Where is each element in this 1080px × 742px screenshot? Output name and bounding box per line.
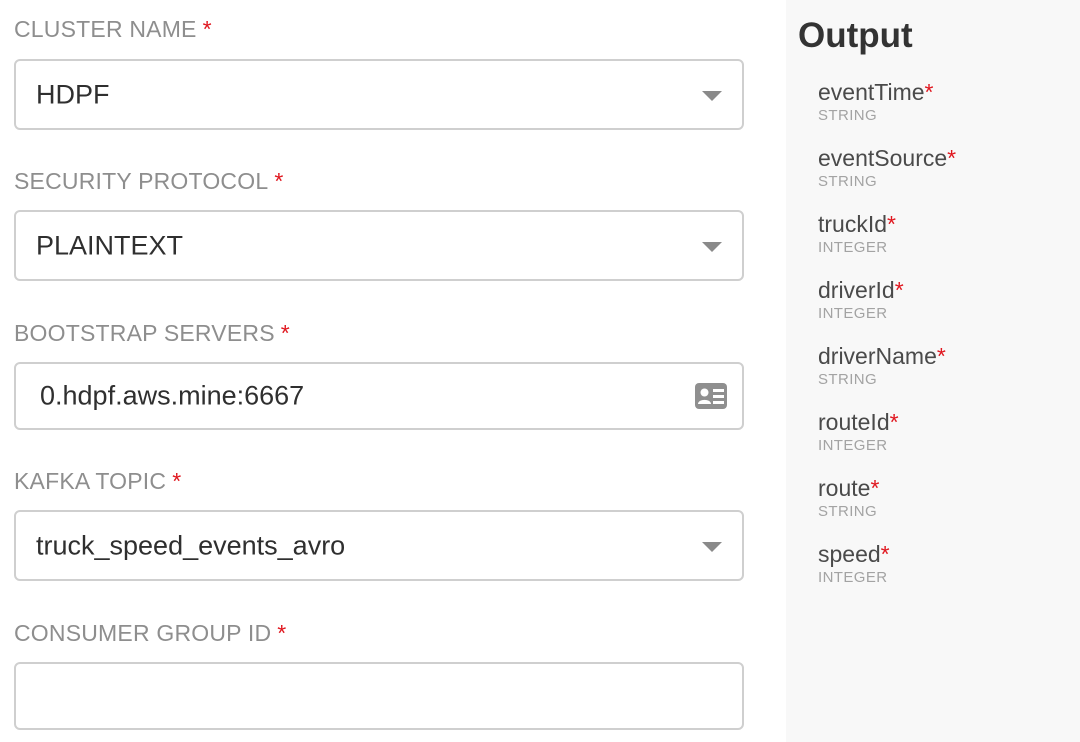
- bootstrap-servers-label-text: BOOTSTRAP SERVERS: [14, 320, 275, 346]
- required-marker: *: [280, 320, 290, 346]
- required-marker: *: [172, 468, 182, 494]
- kafka-topic-label: KAFKA TOPIC *: [14, 468, 181, 495]
- output-field: route* STRING: [818, 475, 879, 521]
- security-protocol-value: PLAINTEXT: [36, 230, 184, 260]
- required-marker: *: [274, 168, 284, 194]
- output-field-name: routeId: [818, 409, 890, 435]
- output-field: driverName* STRING: [818, 343, 946, 389]
- consumer-group-id-input[interactable]: [14, 662, 744, 730]
- required-marker: *: [947, 145, 957, 171]
- output-field-type: STRING: [818, 107, 878, 124]
- output-field-name-row: driverName*: [818, 343, 946, 369]
- output-field-name: eventTime: [818, 79, 925, 105]
- output-field-type: STRING: [818, 173, 878, 190]
- bootstrap-servers-value: 0.hdpf.aws.mine:6667: [40, 380, 305, 411]
- contact-card-icon[interactable]: [694, 382, 728, 410]
- bootstrap-servers-input[interactable]: 0.hdpf.aws.mine:6667: [14, 362, 744, 430]
- security-protocol-select[interactable]: PLAINTEXT: [14, 210, 744, 281]
- required-marker: *: [880, 541, 890, 567]
- output-field: driverId* INTEGER: [818, 277, 904, 323]
- output-field-name-row: eventTime*: [818, 79, 933, 105]
- config-form: CLUSTER NAME * HDPF SECURITY PROTOCOL * PL…: [0, 0, 786, 742]
- bootstrap-servers-label: BOOTSTRAP SERVERS *: [14, 320, 290, 347]
- output-field-type: INTEGER: [818, 569, 888, 586]
- consumer-group-id-label-text: CONSUMER GROUP ID: [14, 620, 272, 646]
- output-field: eventTime* STRING: [818, 79, 933, 125]
- output-field-name: eventSource: [818, 145, 948, 171]
- output-field-name-row: route*: [818, 475, 879, 501]
- output-field-name-row: truckId*: [818, 211, 896, 237]
- output-field: truckId* INTEGER: [818, 211, 896, 257]
- output-field-type: STRING: [818, 371, 878, 388]
- chevron-down-icon[interactable]: [702, 90, 722, 101]
- kafka-topic-select[interactable]: truck_speed_events_avro: [14, 510, 744, 581]
- required-marker: *: [277, 620, 287, 646]
- cluster-name-label: CLUSTER NAME *: [14, 16, 212, 43]
- output-field-name-row: speed*: [818, 541, 890, 567]
- output-title: Output: [798, 16, 913, 55]
- output-field: routeId* INTEGER: [818, 409, 899, 455]
- required-marker: *: [936, 343, 946, 369]
- output-field-name-row: driverId*: [818, 277, 904, 303]
- output-field: speed* INTEGER: [818, 541, 890, 587]
- output-field: eventSource* STRING: [818, 145, 956, 191]
- output-field-name: speed: [818, 541, 881, 567]
- output-field-name-row: routeId*: [818, 409, 899, 435]
- output-field-name: driverId: [818, 277, 895, 303]
- required-marker: *: [889, 409, 899, 435]
- security-protocol-label-text: SECURITY PROTOCOL: [14, 168, 269, 194]
- kafka-source-config: CLUSTER NAME * HDPF SECURITY PROTOCOL * PL…: [0, 0, 1080, 742]
- output-field-name: truckId: [818, 211, 888, 237]
- required-marker: *: [894, 277, 904, 303]
- security-protocol-label: SECURITY PROTOCOL *: [14, 168, 283, 195]
- output-field-name-row: eventSource*: [818, 145, 956, 171]
- chevron-down-icon[interactable]: [702, 241, 722, 252]
- required-marker: *: [887, 211, 896, 237]
- output-field-type: STRING: [818, 503, 878, 520]
- consumer-group-id-label: CONSUMER GROUP ID *: [14, 620, 286, 647]
- required-marker: *: [870, 475, 880, 501]
- chevron-down-icon[interactable]: [702, 541, 722, 552]
- required-marker: *: [202, 16, 212, 42]
- cluster-name-value: HDPF: [36, 79, 110, 109]
- required-marker: *: [924, 79, 934, 105]
- cluster-name-label-text: CLUSTER NAME: [14, 16, 197, 42]
- kafka-topic-label-text: KAFKA TOPIC: [14, 468, 167, 494]
- output-panel: Output eventTime* STRING eventSource* ST…: [786, 0, 1080, 742]
- output-field-name: driverName: [818, 343, 937, 369]
- output-field-name: route: [818, 475, 871, 501]
- output-field-type: INTEGER: [818, 437, 888, 454]
- kafka-topic-value: truck_speed_events_avro: [36, 530, 346, 560]
- output-field-type: INTEGER: [818, 305, 888, 322]
- cluster-name-select[interactable]: HDPF: [14, 59, 744, 130]
- output-field-type: INTEGER: [818, 239, 888, 256]
